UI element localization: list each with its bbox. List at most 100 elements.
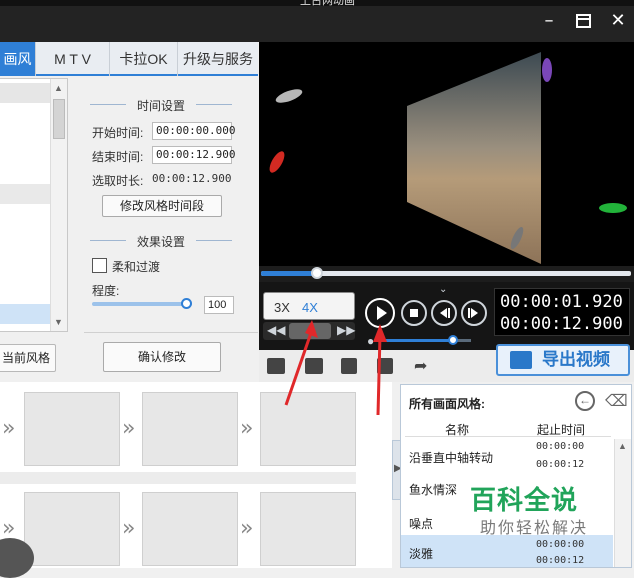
style-list-panel: ▲ ▼	[0, 78, 68, 332]
sprite-gray	[275, 89, 303, 103]
end-time-field[interactable]: 00:00:12.900	[152, 146, 235, 164]
storyboard: » » » » » »	[0, 382, 392, 578]
divider	[90, 240, 126, 241]
tab-mtv[interactable]: M T V	[36, 42, 110, 76]
scroll-up-icon[interactable]: ▲	[54, 83, 63, 93]
time-display: 00:00:01.920 00:00:12.900	[494, 288, 630, 336]
export-icon	[510, 351, 532, 369]
storyboard-divider	[0, 472, 356, 484]
sprite-red	[269, 151, 285, 173]
chevron-right-icon: »	[122, 516, 136, 541]
share-icon[interactable]: ➦	[414, 356, 427, 376]
preview-frame	[269, 52, 627, 264]
tab-karaoke[interactable]: 卡拉OK	[110, 42, 178, 76]
degree-value[interactable]: 100	[204, 296, 234, 314]
window-title: 上古网动画	[300, 0, 355, 7]
export-video-label: 导出视频	[542, 350, 610, 369]
effect-settings-title: 效果设置	[136, 235, 185, 249]
watermark-subtitle: 助你轻松解决	[480, 520, 589, 537]
storyboard-thumb[interactable]	[260, 392, 356, 466]
list-item-selected[interactable]: 淡雅 00:00:00 00:00:12	[401, 535, 613, 567]
volume-fill	[381, 339, 453, 342]
list-item[interactable]	[0, 304, 50, 324]
volume-slider[interactable]	[381, 335, 471, 345]
new-icon[interactable]	[267, 358, 285, 374]
divider	[196, 104, 232, 105]
storyboard-thumb[interactable]	[260, 492, 356, 566]
back-icon[interactable]: ←	[575, 391, 595, 411]
tab-upgrade[interactable]: 升级与服务	[178, 42, 258, 76]
speed-option-selected[interactable]: 4X	[302, 300, 318, 315]
soft-transition-label: 柔和过渡	[112, 260, 161, 274]
modify-style-time-button[interactable]: 修改风格时间段	[102, 195, 222, 217]
total-time: 00:00:12.900	[500, 314, 623, 334]
scroll-down-icon[interactable]: ▼	[54, 317, 63, 327]
timeline-bar[interactable]	[259, 266, 634, 282]
stop-button[interactable]	[401, 300, 427, 326]
export-video-button[interactable]: 导出视频	[496, 344, 630, 376]
current-style-button[interactable]: 当前风格	[0, 344, 56, 372]
minimize-icon[interactable]: –	[538, 10, 560, 32]
degree-slider[interactable]	[92, 298, 192, 309]
list-item[interactable]	[0, 184, 50, 204]
volume-icon[interactable]: ●	[367, 334, 374, 348]
style-name: 鱼水情深	[409, 483, 458, 497]
soft-transition-checkbox[interactable]	[92, 258, 107, 273]
chevron-right-icon: »	[122, 416, 136, 441]
maximize-icon[interactable]	[573, 10, 595, 32]
volume-handle[interactable]	[448, 335, 458, 345]
watermark-title: 百科全说	[470, 485, 579, 515]
start-time-field[interactable]: 00:00:00.000	[152, 122, 235, 140]
style-start: 00:00:00	[536, 539, 585, 550]
confirm-modify-button[interactable]: 确认修改	[103, 342, 221, 372]
all-styles-title: 所有画面风格:	[409, 397, 485, 411]
all-styles-panel: 所有画面风格: ← ⌫ 名称 起止时间 沿垂直中轴转动 00:00:00 00:…	[400, 384, 632, 568]
storyboard-thumb[interactable]	[142, 492, 238, 566]
vertical-scrollbar[interactable]: ▲ ▼	[50, 79, 67, 331]
storyboard-thumb[interactable]	[24, 392, 120, 466]
save-icon[interactable]	[341, 358, 357, 374]
list-item[interactable]: 沿垂直中轴转动 00:00:00 00:00:12	[401, 439, 613, 473]
duration-label: 选取时长:	[92, 174, 144, 188]
sprite-green	[599, 203, 627, 213]
chevron-right-icon: »	[2, 416, 16, 441]
style-name: 沿垂直中轴转动	[409, 451, 494, 465]
jog-wheel[interactable]: ◀◀ ▶▶	[263, 322, 355, 340]
trash-icon[interactable]: ⌫	[605, 391, 628, 411]
duration-value: 00:00:12.900	[152, 172, 232, 185]
play-button[interactable]	[365, 298, 395, 328]
time-settings-title: 时间设置	[136, 99, 185, 113]
speed-selector[interactable]: 3X 4X	[263, 292, 355, 320]
storyboard-thumb[interactable]	[24, 492, 120, 566]
degree-slider-handle[interactable]	[181, 298, 192, 309]
scroll-up-icon[interactable]: ▲	[618, 441, 627, 451]
style-end: 00:00:12	[536, 459, 585, 470]
fast-forward-icon[interactable]: ▶▶	[337, 323, 355, 337]
divider	[90, 104, 126, 105]
column-time: 起止时间	[537, 423, 586, 437]
vertical-scrollbar[interactable]: ▲	[614, 439, 631, 567]
scroll-thumb[interactable]	[53, 99, 65, 139]
style-end: 00:00:12	[536, 555, 585, 566]
collapse-chevron-icon[interactable]: ⌄	[439, 284, 447, 295]
storyboard-thumb[interactable]	[142, 392, 238, 466]
rewind-icon[interactable]: ◀◀	[267, 323, 285, 337]
timeline-handle[interactable]	[310, 267, 323, 279]
video-preview	[259, 42, 634, 266]
chevron-right-icon: »	[240, 416, 254, 441]
sprite-purple	[542, 58, 552, 82]
save-as-icon[interactable]	[377, 358, 393, 374]
next-frame-button[interactable]	[461, 300, 487, 326]
end-time-label: 结束时间:	[92, 150, 144, 164]
list-item[interactable]	[0, 83, 50, 103]
jog-knob[interactable]	[289, 323, 331, 339]
speed-option[interactable]: 3X	[274, 300, 290, 315]
tab-style[interactable]: 画风格	[0, 42, 36, 101]
divider	[84, 332, 258, 333]
previous-frame-button[interactable]	[431, 300, 457, 326]
close-icon[interactable]: ✕	[607, 10, 629, 32]
current-time: 00:00:01.920	[500, 292, 623, 312]
open-folder-icon[interactable]	[305, 358, 323, 374]
style-name: 淡雅	[409, 547, 434, 561]
degree-label: 程度:	[92, 284, 120, 298]
